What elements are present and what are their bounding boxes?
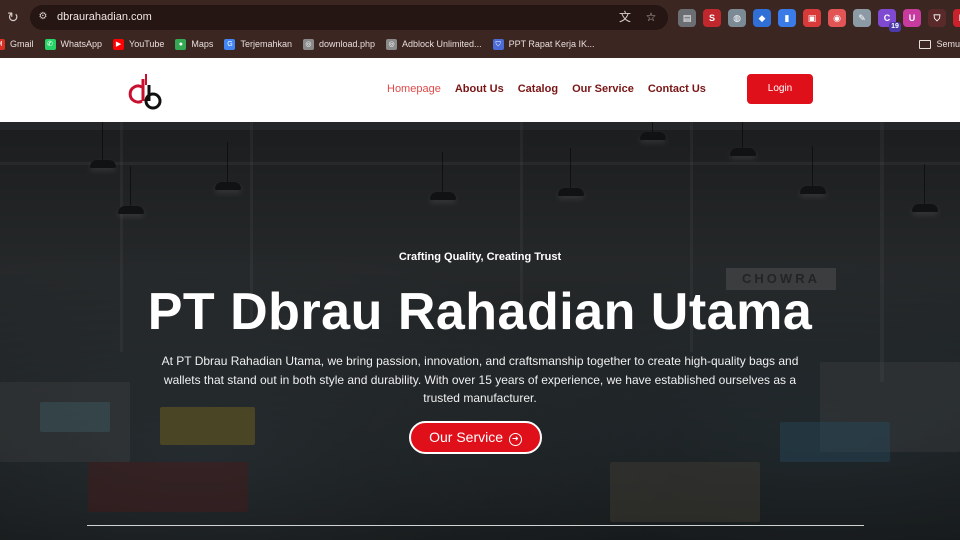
reload-icon[interactable]: ↻ bbox=[5, 9, 21, 25]
bookmark-gmail[interactable]: M Gmail bbox=[0, 38, 34, 50]
ext-11-icon[interactable]: ⛉ bbox=[928, 9, 946, 27]
bookmark-label: YouTube bbox=[129, 39, 165, 49]
ext-8-icon[interactable]: ✎ bbox=[853, 9, 871, 27]
ext-6-icon[interactable]: ▣ bbox=[803, 9, 821, 27]
ext-10-icon[interactable]: U bbox=[903, 9, 921, 27]
nav-contact-us[interactable]: Contact Us bbox=[648, 82, 706, 96]
translate-icon: G bbox=[224, 38, 236, 50]
bookmarks-bar: M Gmail ✆ WhatsApp ▶ YouTube ● Maps G Terjemahkan… bbox=[0, 34, 954, 54]
bookmark-youtube[interactable]: ▶ YouTube bbox=[113, 38, 165, 50]
hero-title: PT Dbrau Rahadian Utama bbox=[147, 283, 813, 341]
extension-badge: 19 bbox=[889, 22, 901, 32]
bookmark-label: Maps bbox=[191, 39, 214, 49]
gmail-icon: M bbox=[0, 38, 5, 50]
nav-about-us[interactable]: About Us bbox=[455, 82, 504, 96]
bookmark-maps[interactable]: ● Maps bbox=[175, 38, 214, 50]
site-info-icon[interactable]: ⚙ bbox=[37, 11, 49, 23]
bookmark-adblock[interactable]: ◎ Adblock Unlimited... bbox=[386, 38, 482, 50]
our-service-button[interactable]: Our Service ➜ bbox=[409, 421, 542, 454]
login-button[interactable]: Login bbox=[747, 74, 813, 104]
address-bar-row: ↻ ⚙ dbraurahadian.com 文 ☆ ▤ S ◍ ◆ ▮ ▣ ◉ ✎ C19U ⛉ R… bbox=[0, 0, 960, 34]
hero-divider bbox=[87, 525, 864, 526]
hero-tagline: Crafting Quality, Creating Trust bbox=[398, 251, 562, 263]
ext-9-icon[interactable]: C 19 bbox=[878, 9, 901, 32]
arrow-circle-right-icon: ➜ bbox=[508, 433, 522, 446]
extensions-toolbar: ▤S◍◆▮▣◉✎C19U⛉R1⧉ bbox=[678, 9, 960, 32]
nav-homepage[interactable]: Homepage bbox=[387, 82, 441, 96]
maps-icon: ● bbox=[175, 38, 187, 50]
ext-4-icon[interactable]: ◆ bbox=[753, 9, 771, 27]
bookmark-label: WhatsApp bbox=[60, 39, 103, 49]
main-nav: Homepage About Us Catalog Our Service Contac… bbox=[387, 82, 706, 96]
translate-icon[interactable]: 文 bbox=[618, 10, 632, 25]
all-bookmarks[interactable]: Semu bbox=[919, 34, 960, 54]
bookmark-label: Terjemahkan bbox=[240, 39, 292, 49]
omnibox[interactable]: ⚙ dbraurahadian.com 文 ☆ bbox=[30, 5, 668, 30]
url-text[interactable]: dbraurahadian.com bbox=[57, 10, 152, 25]
folder-icon bbox=[919, 39, 932, 49]
youtube-icon: ▶ bbox=[113, 38, 125, 50]
globe-icon: ◎ bbox=[302, 38, 314, 50]
cta-label: Our Service bbox=[429, 429, 504, 445]
ext-2-icon[interactable]: S bbox=[703, 9, 721, 27]
ext-12-icon[interactable]: R1 bbox=[953, 9, 960, 27]
bookmark-whatsapp[interactable]: ✆ WhatsApp bbox=[44, 38, 103, 50]
bookmark-ppt[interactable]: ⛉ PPT Rapat Kerja IK... bbox=[492, 38, 595, 50]
ext-5-icon[interactable]: ▮ bbox=[778, 9, 796, 27]
whatsapp-icon: ✆ bbox=[44, 38, 56, 50]
nav-our-service[interactable]: Our Service bbox=[572, 82, 634, 96]
globe-icon: ◎ bbox=[386, 38, 398, 50]
hero-description: At PT Dbrau Rahadian Utama, we bring pas… bbox=[161, 354, 799, 405]
bookmark-terjemahkan[interactable]: G Terjemahkan bbox=[224, 38, 292, 50]
ext-3-icon[interactable]: ◍ bbox=[728, 9, 746, 27]
bookmark-download[interactable]: ◎ download.php bbox=[302, 38, 376, 50]
all-bookmarks-label: Semu bbox=[936, 39, 960, 49]
bookmark-label: Gmail bbox=[10, 39, 34, 49]
bookmark-label: Adblock Unlimited... bbox=[402, 39, 482, 49]
ext-1-icon[interactable]: ▤ bbox=[678, 9, 696, 27]
ext-7-icon[interactable]: ◉ bbox=[828, 9, 846, 27]
bookmark-label: PPT Rapat Kerja IK... bbox=[508, 39, 595, 49]
shield-icon: ⛉ bbox=[492, 38, 504, 50]
dr-logo-icon[interactable] bbox=[126, 71, 162, 111]
site-header: Homepage About Us Catalog Our Service Contac… bbox=[0, 58, 960, 122]
bookmark-label: download.php bbox=[318, 39, 376, 49]
star-icon[interactable]: ☆ bbox=[644, 10, 658, 25]
hero-section: CHOWRA Crafting Quality, Creating Trust … bbox=[0, 122, 960, 540]
nav-catalog[interactable]: Catalog bbox=[518, 82, 558, 96]
browser-chrome: ↻ ⚙ dbraurahadian.com 文 ☆ ▤ S ◍ ◆ ▮ ▣ ◉ ✎ C19U ⛉ R… bbox=[0, 0, 960, 58]
